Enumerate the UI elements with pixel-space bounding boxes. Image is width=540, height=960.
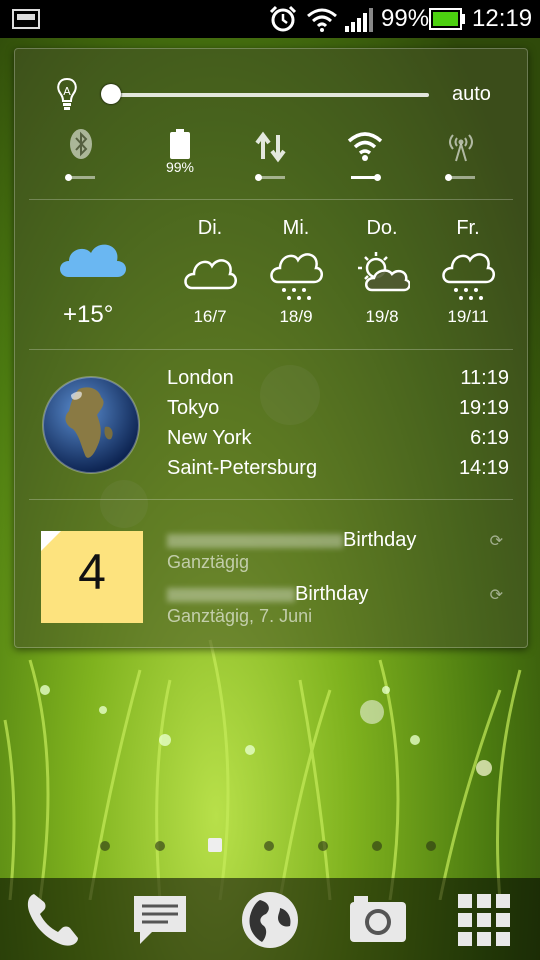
calendar-day-number: 4 (78, 544, 106, 600)
clock-city: Tokyo (167, 397, 220, 419)
wifi-state-dot (374, 174, 381, 181)
browser-icon[interactable] (238, 888, 302, 952)
weather-day-name: Mi. (282, 217, 310, 239)
data-sync-state-dot (255, 174, 262, 181)
clock-city: London (167, 367, 234, 389)
divider (29, 499, 513, 500)
battery-icon (170, 129, 190, 159)
redacted-name (167, 533, 343, 548)
divider (29, 349, 513, 350)
page-dot[interactable] (372, 841, 382, 851)
clock-time: 14:19 (458, 457, 509, 479)
page-dot[interactable] (426, 841, 436, 851)
weather-day-name: Do. (366, 217, 398, 239)
wifi-icon (307, 8, 337, 32)
clock-row[interactable]: London 11:19 (167, 367, 509, 397)
weather-day-name: Fr. (456, 217, 480, 239)
clock-row[interactable]: Saint-Petersburg 14:19 (167, 457, 509, 487)
weather-day-temps: 16/7 (193, 307, 227, 326)
screenshot-icon (12, 9, 40, 29)
page-dot-active[interactable] (208, 838, 222, 852)
alarm-icon (269, 5, 297, 32)
phone-icon[interactable] (20, 888, 84, 952)
calendar-event[interactable]: Birthday Ganztägig (167, 529, 497, 573)
current-temperature: +15° (63, 301, 114, 328)
globe-icon[interactable] (41, 375, 141, 475)
brightness-track[interactable] (107, 93, 429, 97)
clock-row[interactable]: Tokyo 19:19 (167, 397, 509, 427)
bluetooth-icon (70, 129, 92, 159)
event-title-text: Birthday (295, 583, 369, 605)
bluetooth-toggle[interactable] (61, 129, 101, 181)
signal-icon (345, 8, 373, 32)
wifi-icon (347, 132, 383, 161)
weather-day[interactable]: Fr. 19/11 (433, 217, 503, 326)
event-title: Birthday (167, 529, 497, 552)
page-dot[interactable] (318, 841, 328, 851)
cloud-icon (184, 259, 237, 290)
status-bar: 99% 12:19 (0, 0, 540, 38)
weather-day-temps: 19/11 (447, 307, 489, 326)
event-subtitle: Ganztägig (167, 552, 250, 572)
home-page-indicator (0, 838, 540, 852)
page-dot[interactable] (155, 841, 165, 851)
wifi-toggle[interactable] (345, 129, 385, 181)
data-sync-icon (255, 131, 286, 163)
brightness-auto-label: auto (452, 83, 491, 105)
page-dot[interactable] (264, 841, 274, 851)
weather-day-temps: 18/9 (279, 307, 313, 326)
weather-day[interactable]: Di. 16/7 (175, 217, 245, 326)
brightness-slider-knob[interactable] (101, 84, 121, 104)
redacted-name (167, 587, 295, 602)
weather-day[interactable]: Mi. 18/9 (261, 217, 331, 326)
clock-time: 19:19 (458, 397, 509, 419)
app-dock (0, 878, 540, 960)
battery-percent: 99% (381, 5, 430, 32)
bokeh (476, 760, 492, 776)
auto-brightness-icon[interactable]: A (55, 77, 79, 113)
battery-label: 99% (165, 159, 195, 175)
clock-time: 11:19 (460, 367, 509, 389)
clock-city: Saint-Petersburg (167, 457, 318, 479)
rain-icon (270, 253, 323, 300)
rain-icon (442, 253, 495, 300)
sync-icon: ⟳ (489, 585, 503, 604)
bokeh (360, 700, 384, 724)
clock-row[interactable]: New York 6:19 (167, 427, 509, 457)
hotspot-icon (449, 134, 473, 162)
divider (29, 199, 513, 200)
weather-day-temps: 19/8 (365, 307, 399, 326)
battery-icon (429, 8, 465, 30)
clock-time: 6:19 (470, 427, 509, 449)
weather-day[interactable]: Do. 19/8 (347, 217, 417, 326)
calendar-event[interactable]: Birthday Ganztägig, 7. Juni (167, 583, 497, 627)
event-subtitle: Ganztägig, 7. Juni (167, 606, 313, 626)
partly-sunny-icon (358, 252, 411, 292)
sync-icon: ⟳ (489, 531, 503, 550)
event-title-text: Birthday (343, 529, 417, 551)
bluetooth-state-dot (65, 174, 72, 181)
calendar-date-tile[interactable]: 4 (41, 531, 143, 623)
svg-text:A: A (63, 85, 71, 98)
weather-day-name: Di. (197, 217, 223, 239)
event-title: Birthday (167, 583, 497, 606)
messages-icon[interactable] (128, 888, 192, 952)
battery-toggle[interactable]: 99% (155, 129, 205, 179)
page-dot[interactable] (100, 841, 110, 851)
clock-city: New York (167, 427, 252, 449)
cloud-icon[interactable] (55, 237, 129, 281)
power-widget: A auto 99% +15° Di. 16/7 Mi. 18/9 Do. 19… (14, 48, 528, 648)
camera-icon[interactable] (346, 888, 410, 952)
hotspot-toggle[interactable] (441, 129, 481, 181)
data-sync-toggle[interactable] (251, 129, 291, 181)
all-apps-icon[interactable] (452, 888, 516, 952)
status-time: 12:19 (472, 5, 533, 32)
hotspot-state-dot (445, 174, 452, 181)
